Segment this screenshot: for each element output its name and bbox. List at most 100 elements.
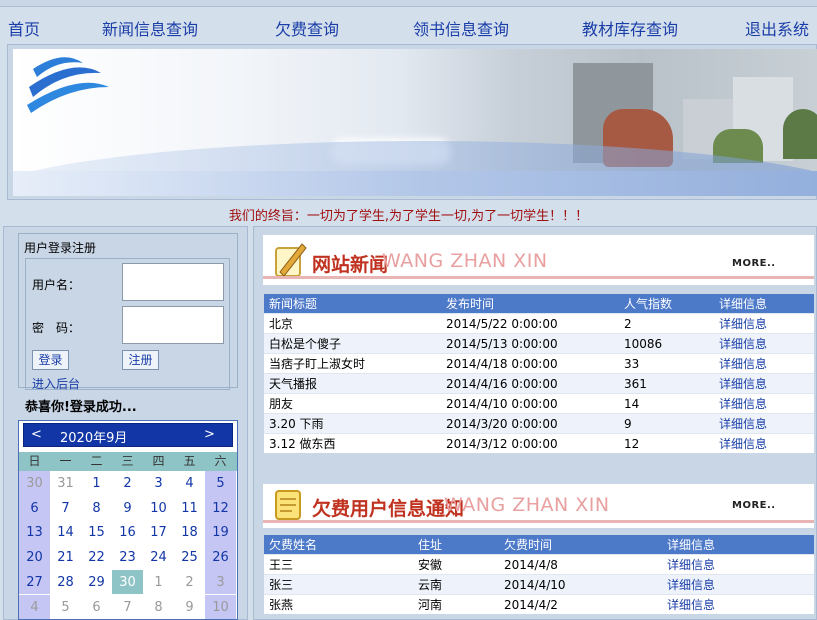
calendar-day[interactable]: 18 <box>174 520 205 545</box>
arrears-more-link[interactable]: MORE.. <box>732 500 776 511</box>
calendar-day[interactable]: 10 <box>143 496 174 521</box>
calendar-day[interactable]: 1 <box>143 570 174 595</box>
table-cell: 3.20 下雨 <box>264 413 441 434</box>
note-paper-icon <box>275 490 301 520</box>
details-link[interactable]: 详细信息 <box>714 333 814 354</box>
nav-book-collection-query[interactable]: 领书信息查询 <box>413 16 509 40</box>
calendar-day[interactable]: 13 <box>19 520 50 546</box>
table-cell: 9 <box>619 413 714 434</box>
calendar-weekday: 五 <box>183 454 196 468</box>
password-input[interactable] <box>122 306 224 344</box>
calendar-day[interactable]: 6 <box>81 595 112 620</box>
calendar-day[interactable]: 26 <box>205 545 236 570</box>
calendar-day[interactable]: 9 <box>112 496 143 521</box>
calendar-day[interactable]: 8 <box>143 595 174 620</box>
table-cell: 2014/3/12 0:00:00 <box>441 433 619 453</box>
arrears-row: 张三 云南 2014/4/10 详细信息 <box>264 574 814 595</box>
table-cell: 10086 <box>619 333 714 354</box>
table-cell: 2014/5/13 0:00:00 <box>441 333 619 354</box>
calendar-day[interactable]: 24 <box>143 545 174 570</box>
calendar-day[interactable]: 16 <box>112 520 143 545</box>
calendar-day[interactable]: 3 <box>143 471 174 496</box>
calendar-weekday: 三 <box>121 454 134 468</box>
calendar-day[interactable]: 27 <box>19 569 50 595</box>
calendar-day[interactable]: 5 <box>50 595 81 620</box>
calendar-day[interactable]: 7 <box>50 496 81 521</box>
calendar-day[interactable]: 1 <box>81 471 112 496</box>
news-more-link[interactable]: MORE.. <box>732 258 776 269</box>
table-cell: 天气播报 <box>264 373 441 394</box>
calendar-weekday-row: 日一二三四五六 <box>19 452 237 471</box>
details-link[interactable]: 详细信息 <box>714 433 814 453</box>
calendar-next-button[interactable]: > <box>204 427 215 442</box>
news-col-details: 详细信息 <box>714 294 814 314</box>
calendar-day[interactable]: 20 <box>19 545 50 570</box>
calendar-day[interactable]: 10 <box>205 594 236 620</box>
calendar-day[interactable]: 15 <box>81 520 112 545</box>
calendar-days: 30 31 1 2 3 4 5 6 7 8 9 10 11 12 13 14 15 16 17 18 19 20 21 22 2… <box>19 471 237 620</box>
details-link[interactable]: 详细信息 <box>662 574 814 595</box>
calendar-weekday: 日 <box>28 454 41 468</box>
login-button[interactable]: 登录 <box>32 350 69 370</box>
nav-arrears-query[interactable]: 欠费查询 <box>275 16 339 40</box>
calendar-day[interactable]: 11 <box>174 496 205 521</box>
nav-news-query[interactable]: 新闻信息查询 <box>102 16 198 40</box>
details-link[interactable]: 详细信息 <box>662 594 814 614</box>
calendar-day[interactable]: 30 <box>112 569 143 595</box>
admin-link[interactable]: 进入后台 <box>32 375 80 392</box>
details-link[interactable]: 详细信息 <box>714 393 814 414</box>
banner-sweep <box>13 171 817 196</box>
details-link[interactable]: 详细信息 <box>714 373 814 394</box>
calendar-day[interactable]: 25 <box>174 545 205 570</box>
arrears-panel-title: 欠费用户信息通知 <box>312 498 465 520</box>
table-cell: 2014/4/18 0:00:00 <box>441 353 619 374</box>
calendar-day[interactable]: 9 <box>174 595 205 620</box>
calendar-day[interactable]: 23 <box>112 545 143 570</box>
calendar-day[interactable]: 30 <box>19 471 50 496</box>
news-col-popularity: 人气指数 <box>619 294 714 314</box>
table-cell: 2014/4/10 0:00:00 <box>441 393 619 414</box>
calendar-day[interactable]: 4 <box>19 594 50 620</box>
calendar-day[interactable]: 6 <box>19 495 50 521</box>
table-cell: 14 <box>619 393 714 414</box>
calendar-day[interactable]: 7 <box>112 595 143 620</box>
news-row: 天气播报 2014/4/16 0:00:00 361 详细信息 <box>264 373 814 394</box>
top-navigation: 首页 新闻信息查询 欠费查询 领书信息查询 教材库存查询 退出系统 <box>0 8 817 44</box>
calendar-day[interactable]: 5 <box>205 471 236 496</box>
calendar-weekday: 二 <box>90 454 103 468</box>
calendar-day[interactable]: 2 <box>112 471 143 496</box>
calendar-weekday: 六 <box>214 454 227 468</box>
calendar-day[interactable]: 14 <box>50 520 81 545</box>
calendar-day[interactable]: 31 <box>50 471 81 496</box>
calendar-day[interactable]: 4 <box>174 471 205 496</box>
table-cell: 张三 <box>264 574 413 595</box>
arrears-table-header: 欠费姓名 住址 欠费时间 详细信息 <box>264 535 814 555</box>
details-link[interactable]: 详细信息 <box>714 313 814 334</box>
table-cell: 2 <box>619 313 714 334</box>
table-cell: 云南 <box>413 574 499 595</box>
banner-image <box>13 49 817 196</box>
pencil-note-icon <box>275 243 307 277</box>
calendar-day[interactable]: 22 <box>81 545 112 570</box>
calendar-day[interactable]: 8 <box>81 496 112 521</box>
news-table: 新闻标题 发布时间 人气指数 详细信息 北京 2014/5/22 0:00:00 2… <box>264 294 814 453</box>
nav-home[interactable]: 首页 <box>8 16 40 40</box>
calendar-prev-button[interactable]: < <box>31 427 42 442</box>
calendar-day[interactable]: 12 <box>205 495 236 521</box>
calendar-day[interactable]: 29 <box>81 570 112 595</box>
news-header-stripe <box>263 276 814 279</box>
nav-textbook-inventory-query[interactable]: 教材库存查询 <box>582 16 678 40</box>
details-link[interactable]: 详细信息 <box>662 554 814 575</box>
username-input[interactable] <box>122 263 224 301</box>
details-link[interactable]: 详细信息 <box>714 353 814 374</box>
register-button[interactable]: 注册 <box>122 350 159 370</box>
calendar-weekday: 四 <box>152 454 165 468</box>
calendar-day[interactable]: 17 <box>143 520 174 545</box>
details-link[interactable]: 详细信息 <box>714 413 814 434</box>
calendar-day[interactable]: 3 <box>205 569 236 595</box>
nav-logout[interactable]: 退出系统 <box>745 16 809 40</box>
calendar-day[interactable]: 21 <box>50 545 81 570</box>
calendar-day[interactable]: 28 <box>50 570 81 595</box>
calendar-day[interactable]: 2 <box>174 570 205 595</box>
calendar-day[interactable]: 19 <box>205 520 236 546</box>
